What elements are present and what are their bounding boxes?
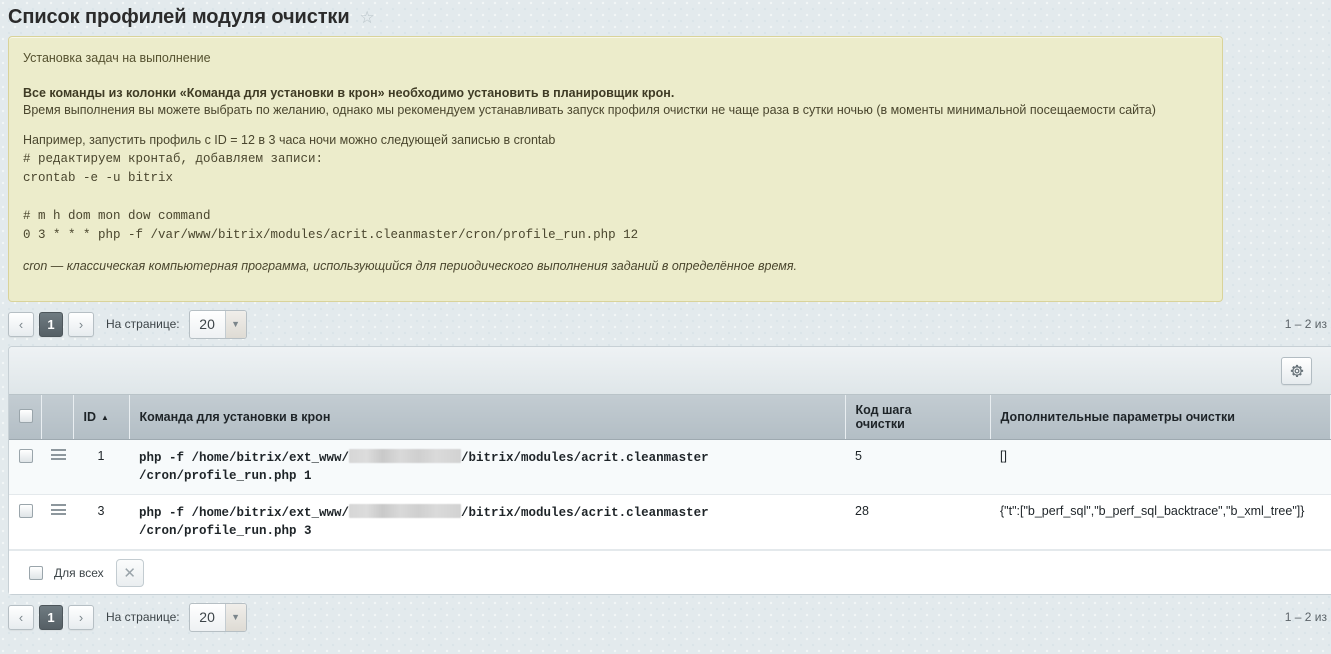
- row-step-code: 28: [845, 495, 990, 550]
- prev-page-button[interactable]: ‹: [8, 312, 34, 337]
- table-header-row: ID ▲ Команда для установки в крон Код шаг…: [9, 395, 1331, 440]
- per-page-select-bottom[interactable]: 20 ▼: [189, 603, 247, 632]
- grid-toolbar: [9, 347, 1331, 395]
- header-column-command[interactable]: Команда для установки в крон: [129, 395, 845, 440]
- page-title: Список профилей модуля очистки: [8, 6, 350, 29]
- page-number-1-bottom[interactable]: 1: [39, 605, 63, 630]
- next-page-button-bottom[interactable]: ›: [68, 605, 94, 630]
- per-page-value-bottom: 20: [190, 604, 225, 631]
- header-menu-column: [41, 395, 73, 440]
- star-icon[interactable]: ☆: [360, 9, 375, 26]
- row-step-code: 5: [845, 440, 990, 495]
- header-column-id[interactable]: ID ▲: [73, 395, 129, 440]
- notice-footnote: cron — классическая компьютерная програм…: [23, 259, 1206, 273]
- code-line-1: crontab -e -u bitrix: [23, 169, 1206, 188]
- table-head: ID ▲ Команда для установки в крон Код шаг…: [9, 395, 1331, 440]
- code-line-blank: [23, 188, 1206, 207]
- gear-icon[interactable]: [1281, 357, 1312, 385]
- sort-asc-icon: ▲: [101, 413, 109, 422]
- code-line-0: # редактируем кронтаб, добавляем записи:: [23, 150, 1206, 169]
- grid-footer: Для всех ✕: [9, 550, 1331, 594]
- row-command-prefix: php -f /home/bitrix/ext_www/: [139, 451, 349, 465]
- row-command-line2: /cron/profile_run.php 3: [139, 522, 835, 540]
- code-line-4: 0 3 * * * php -f /var/www/bitrix/modules…: [23, 226, 1206, 245]
- row-command: php -f /home/bitrix/ext_www/ /bitrix/modu…: [129, 495, 845, 550]
- page-header: Список профилей модуля очистки ☆: [0, 0, 1331, 36]
- notice-strong-line: Все команды из колонки «Команда для уста…: [23, 86, 1206, 100]
- result-count-bottom: 1 – 2 из 2: [1285, 610, 1331, 624]
- header-step-line2: очистки: [856, 417, 980, 431]
- notice-heading: Установка задач на выполнение: [23, 51, 1206, 65]
- header-id-label: ID: [84, 410, 97, 424]
- per-page-label-bottom: На странице:: [106, 610, 180, 624]
- table-body: 1 php -f /home/bitrix/ext_www/ /bitrix/mo…: [9, 440, 1331, 550]
- info-notice-box: Установка задач на выполнение Все команд…: [8, 36, 1223, 302]
- row-command-suffix: /bitrix/modules/acrit.cleanmaster: [461, 506, 709, 520]
- row-command-suffix: /bitrix/modules/acrit.cleanmaster: [461, 451, 709, 465]
- row-command: php -f /home/bitrix/ext_www/ /bitrix/modu…: [129, 440, 845, 495]
- chevron-down-icon: ▼: [225, 604, 246, 631]
- notice-line-2: Время выполнения вы можете выбрать по же…: [23, 103, 1206, 117]
- pager-bottom: ‹ 1 › На странице: 20 ▼ 1 – 2 из 2: [0, 595, 1331, 639]
- row-id: 1: [73, 440, 129, 495]
- per-page-value: 20: [190, 311, 225, 338]
- delete-selected-button[interactable]: ✕: [116, 559, 144, 587]
- row-extra-params: {"t":["b_perf_sql","b_perf_sql_backtrace…: [990, 495, 1331, 550]
- per-page-select[interactable]: 20 ▼: [189, 310, 247, 339]
- row-extra-params: []: [990, 440, 1331, 495]
- grid-panel: ID ▲ Команда для установки в крон Код шаг…: [8, 346, 1331, 595]
- prev-page-button-bottom[interactable]: ‹: [8, 605, 34, 630]
- redacted-path-segment: [349, 504, 461, 518]
- row-checkbox[interactable]: [19, 449, 33, 463]
- select-all-footer-checkbox[interactable]: [29, 566, 43, 580]
- gear-icon-glyph: [1290, 364, 1304, 378]
- header-column-step[interactable]: Код шага очистки: [845, 395, 990, 440]
- pager-top: ‹ 1 › На странице: 20 ▼ 1 – 2 из 2: [0, 302, 1331, 346]
- table-row[interactable]: 1 php -f /home/bitrix/ext_www/ /bitrix/mo…: [9, 440, 1331, 495]
- per-page-label: На странице:: [106, 317, 180, 331]
- header-column-extra[interactable]: Дополнительные параметры очистки: [990, 395, 1331, 440]
- row-menu-cell: [41, 495, 73, 550]
- row-select-cell: [9, 495, 41, 550]
- row-command-prefix: php -f /home/bitrix/ext_www/: [139, 506, 349, 520]
- notice-example-intro: Например, запустить профиль с ID = 12 в …: [23, 133, 1206, 147]
- row-select-cell: [9, 440, 41, 495]
- profiles-table: ID ▲ Команда для установки в крон Код шаг…: [9, 395, 1331, 550]
- select-all-checkbox[interactable]: [19, 409, 33, 423]
- row-id: 3: [73, 495, 129, 550]
- header-select-all: [9, 395, 41, 440]
- row-command-line2: /cron/profile_run.php 1: [139, 467, 835, 485]
- row-menu-cell: [41, 440, 73, 495]
- header-step-line1: Код шага: [856, 403, 980, 417]
- row-menu-icon[interactable]: [51, 449, 66, 460]
- code-line-3: # m h dom mon dow command: [23, 207, 1206, 226]
- chevron-down-icon: ▼: [225, 311, 246, 338]
- row-menu-icon[interactable]: [51, 504, 66, 515]
- table-row[interactable]: 3 php -f /home/bitrix/ext_www/ /bitrix/mo…: [9, 495, 1331, 550]
- next-page-button[interactable]: ›: [68, 312, 94, 337]
- page-number-1[interactable]: 1: [39, 312, 63, 337]
- row-checkbox[interactable]: [19, 504, 33, 518]
- redacted-path-segment: [349, 449, 461, 463]
- select-all-footer-label: Для всех: [54, 566, 104, 580]
- result-count-top: 1 – 2 из 2: [1285, 317, 1331, 331]
